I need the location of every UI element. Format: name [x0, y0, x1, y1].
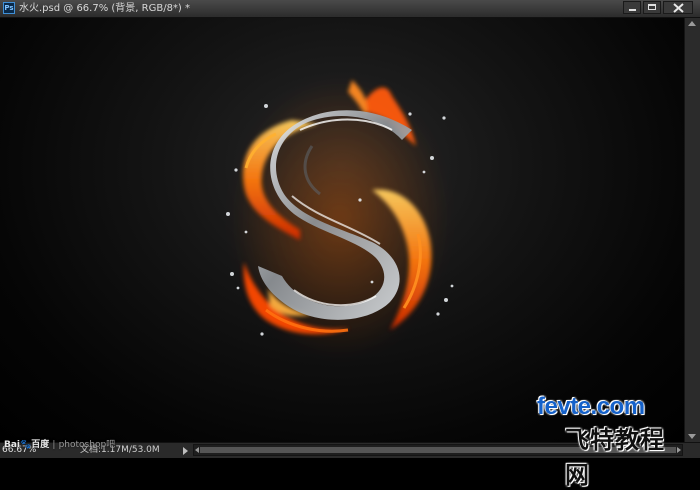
fevte-chinese-text: 飞特教程网 — [565, 426, 665, 489]
close-button[interactable] — [663, 1, 693, 14]
maximize-button[interactable] — [643, 1, 661, 14]
close-icon — [673, 3, 684, 13]
watermark-separator: | — [52, 440, 56, 450]
document-title: 水火.psd @ 66.7% (背景, RGB/8*) * — [19, 3, 191, 14]
fevte-domain-text: fevte.com — [537, 393, 645, 420]
minimize-icon — [629, 9, 636, 11]
baidu-brand-text: Bai — [4, 440, 21, 450]
baidu-paw-icon: 🐾 — [20, 440, 32, 450]
scroll-down-icon[interactable] — [688, 434, 696, 439]
fevte-watermark: fevte.com 飞特教程网 — [537, 393, 687, 489]
minimize-button[interactable] — [623, 1, 641, 14]
baidu-suffix-text: 百度 — [31, 440, 50, 450]
scroll-up-icon[interactable] — [688, 21, 696, 26]
baidu-site-text: photoshop吧 — [58, 440, 116, 450]
water-fire-s-artwork — [226, 78, 454, 358]
maximize-icon — [648, 4, 656, 10]
scroll-left-icon[interactable] — [195, 447, 199, 453]
baidu-watermark: Bai🐾百度 | photoshop吧 — [4, 437, 115, 450]
photoshop-app-icon: Ps — [3, 2, 15, 14]
vertical-scrollbar[interactable] — [684, 18, 700, 442]
image-canvas[interactable] — [0, 18, 684, 442]
status-menu-arrow-icon[interactable] — [183, 447, 188, 455]
title-bar[interactable]: Ps 水火.psd @ 66.7% (背景, RGB/8*) * — [0, 0, 700, 18]
document-window: Ps 水火.psd @ 66.7% (背景, RGB/8*) * 66.67% … — [0, 0, 700, 489]
